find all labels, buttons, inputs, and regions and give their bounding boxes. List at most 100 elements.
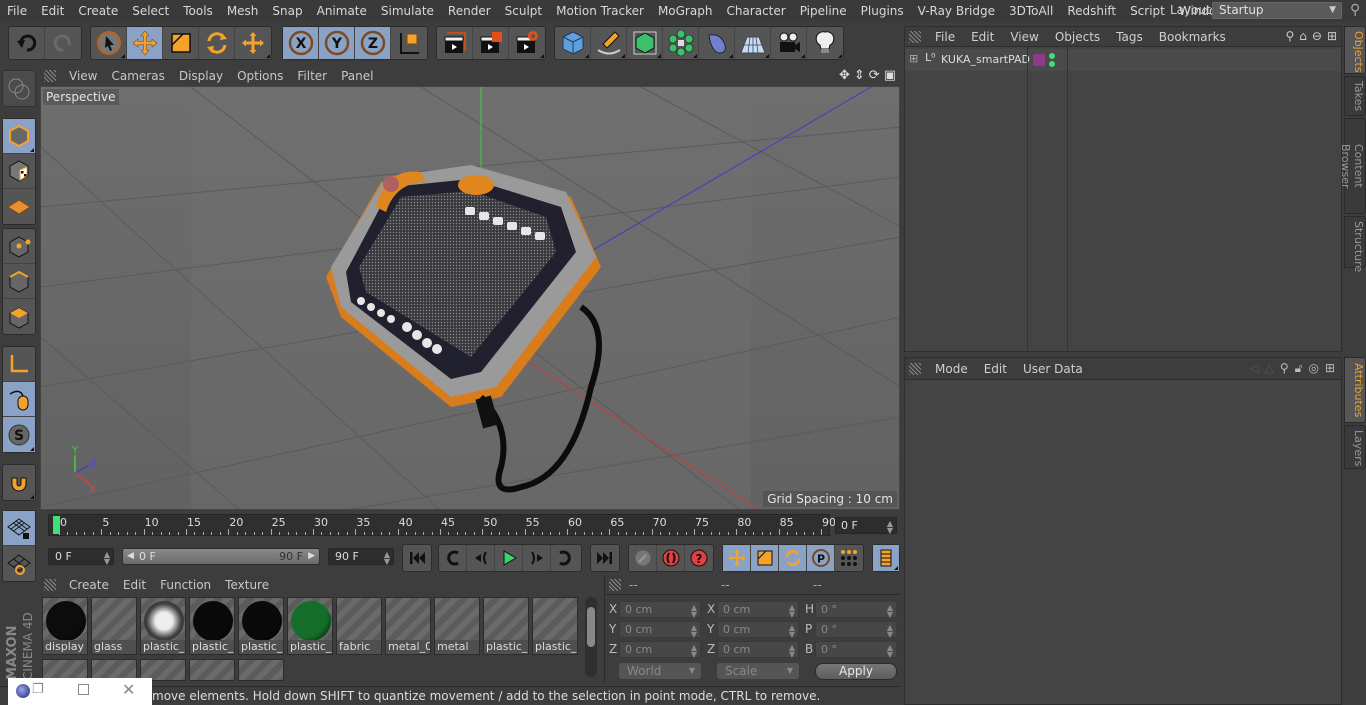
- edges-mode-button[interactable]: [3, 264, 35, 299]
- attributes-menu-user-data[interactable]: User Data: [1015, 362, 1091, 376]
- spinner-icon[interactable]: ▲ ▼: [887, 604, 893, 619]
- orbit-view-icon[interactable]: ⟳: [869, 68, 880, 83]
- size-field[interactable]: 0 cm ▲ ▼: [717, 641, 799, 659]
- playhead-marker[interactable]: [53, 516, 60, 534]
- pan-view-icon[interactable]: ✥: [839, 68, 850, 83]
- cube-button[interactable]: [555, 27, 591, 59]
- objects-menu-edit[interactable]: Edit: [963, 30, 1002, 44]
- frame-range-slider[interactable]: ◀ 0 F 90 F ▶: [122, 548, 320, 565]
- texture-mode-button[interactable]: [3, 154, 35, 189]
- key-rotation-button[interactable]: [779, 545, 807, 571]
- viewport-menu-cameras[interactable]: Cameras: [104, 69, 171, 83]
- rotation-field[interactable]: 0 ° ▲ ▼: [815, 641, 897, 659]
- spinner-icon[interactable]: ▲ ▼: [104, 551, 110, 566]
- undo-button[interactable]: [9, 27, 45, 59]
- timeline-ruler[interactable]: 0 5 10 15 20 25 30 35 40 45 50 55 60 65 70 75 80 85 90: [48, 514, 836, 536]
- material-swatch[interactable]: plastic_d: [140, 597, 186, 655]
- make-editable-button[interactable]: [3, 71, 35, 106]
- panel-grip-icon[interactable]: [44, 70, 56, 82]
- material-menu-function[interactable]: Function: [153, 578, 218, 592]
- viewport-menu-display[interactable]: Display: [172, 69, 230, 83]
- expand-icon[interactable]: ⊞: [909, 52, 918, 65]
- points-mode-button[interactable]: [3, 229, 35, 264]
- menu-3dtoall[interactable]: 3DToAll: [1002, 4, 1060, 18]
- side-tab-objects[interactable]: Objects: [1344, 26, 1366, 74]
- material-menu-edit[interactable]: Edit: [116, 578, 153, 592]
- menu-render[interactable]: Render: [441, 4, 498, 18]
- spinner-icon[interactable]: ▲ ▼: [789, 604, 795, 619]
- menu-tools[interactable]: Tools: [176, 4, 220, 18]
- side-tab-content-browser[interactable]: Content Browser: [1339, 118, 1366, 214]
- spinner-icon[interactable]: ▲ ▼: [691, 644, 697, 659]
- render-view-button[interactable]: [437, 27, 473, 59]
- side-tab-takes[interactable]: Takes: [1344, 76, 1366, 116]
- spinner-icon[interactable]: ▲ ▼: [789, 624, 795, 639]
- goto-start-button[interactable]: [403, 545, 431, 571]
- coordinate-mode-dropdown[interactable]: World ▼: [619, 663, 701, 679]
- start-frame-field[interactable]: 0 F ▲ ▼: [48, 548, 114, 566]
- snap-button[interactable]: [3, 465, 35, 500]
- keyframe-selection-button[interactable]: ?: [685, 545, 713, 571]
- current-frame-field[interactable]: 0 F ▲ ▼: [835, 517, 897, 535]
- select-tool-button[interactable]: [91, 27, 127, 59]
- editor-visibility-dot[interactable]: [1049, 53, 1055, 59]
- material-swatch[interactable]: plastic_g: [287, 597, 333, 655]
- material-scrollbar[interactable]: [585, 597, 597, 677]
- position-field[interactable]: 0 cm ▲ ▼: [619, 601, 701, 619]
- eye-icon[interactable]: ⊖: [1312, 29, 1322, 43]
- end-frame-field[interactable]: 90 F ▲ ▼: [328, 548, 394, 566]
- material-swatch[interactable]: fabric: [336, 597, 382, 655]
- menu-mesh[interactable]: Mesh: [220, 4, 266, 18]
- menu-sculpt[interactable]: Sculpt: [498, 4, 549, 18]
- goto-end-button[interactable]: [591, 545, 619, 571]
- close-icon[interactable]: ✕: [122, 680, 135, 699]
- key-pla-button[interactable]: [835, 545, 863, 571]
- 3d-viewport[interactable]: Y Z X Perspective Grid Spacing : 10 cm: [40, 86, 900, 510]
- position-field[interactable]: 0 cm ▲ ▼: [619, 641, 701, 659]
- layer-color-swatch[interactable]: [1033, 54, 1045, 66]
- lock-workplane-button[interactable]: [3, 511, 35, 546]
- menu-vray-bridge[interactable]: V-Ray Bridge: [911, 4, 1002, 18]
- camera-button[interactable]: [771, 27, 807, 59]
- maximize-icon[interactable]: [78, 684, 89, 695]
- viewport-menu-filter[interactable]: Filter: [290, 69, 334, 83]
- cloner-button[interactable]: [663, 27, 699, 59]
- spinner-icon[interactable]: ▲ ▼: [691, 604, 697, 619]
- size-mode-dropdown[interactable]: Scale ▼: [717, 663, 799, 679]
- x-axis-lock-button[interactable]: X: [283, 27, 319, 59]
- rotation-field[interactable]: 0 ° ▲ ▼: [815, 601, 897, 619]
- viewport-menu-view[interactable]: View: [62, 69, 104, 83]
- panel-grip-icon[interactable]: [909, 362, 921, 375]
- render-settings-button[interactable]: [509, 27, 545, 59]
- spinner-icon[interactable]: ▲ ▼: [887, 624, 893, 639]
- menu-edit[interactable]: Edit: [34, 4, 71, 18]
- home-icon[interactable]: ⌂: [1299, 29, 1307, 43]
- light-button[interactable]: [807, 27, 843, 59]
- menu-plugins[interactable]: Plugins: [854, 4, 911, 18]
- spinner-icon[interactable]: ▲ ▼: [887, 520, 893, 535]
- play-button[interactable]: [495, 545, 523, 571]
- menu-script[interactable]: Script: [1123, 4, 1172, 18]
- panel-grip-icon[interactable]: [44, 579, 56, 591]
- menu-pipeline[interactable]: Pipeline: [793, 4, 854, 18]
- key-scale-button[interactable]: [751, 545, 779, 571]
- scale-tool-button[interactable]: [163, 27, 199, 59]
- size-field[interactable]: 0 cm ▲ ▼: [717, 621, 799, 639]
- panel-grip-icon[interactable]: [609, 578, 621, 591]
- material-swatch[interactable]: plastic_y: [483, 597, 529, 655]
- material-swatch-empty[interactable]: [189, 659, 235, 681]
- rotate-tool-button[interactable]: [199, 27, 235, 59]
- autokeying-button[interactable]: [657, 545, 685, 571]
- lock-icon[interactable]: 🔓︎: [1295, 361, 1303, 376]
- material-swatch[interactable]: glass: [91, 597, 137, 655]
- menu-file[interactable]: File: [0, 4, 34, 18]
- viewport-menu-options[interactable]: Options: [230, 69, 290, 83]
- render-picture-viewer-button[interactable]: [473, 27, 509, 59]
- material-swatch-empty[interactable]: [238, 659, 284, 681]
- objects-menu-tags[interactable]: Tags: [1108, 30, 1151, 44]
- search-icon[interactable]: ⚲: [1280, 361, 1289, 376]
- menu-snap[interactable]: Snap: [265, 4, 309, 18]
- menu-select[interactable]: Select: [125, 4, 176, 18]
- material-menu-create[interactable]: Create: [62, 578, 116, 592]
- size-field[interactable]: 0 cm ▲ ▼: [717, 601, 799, 619]
